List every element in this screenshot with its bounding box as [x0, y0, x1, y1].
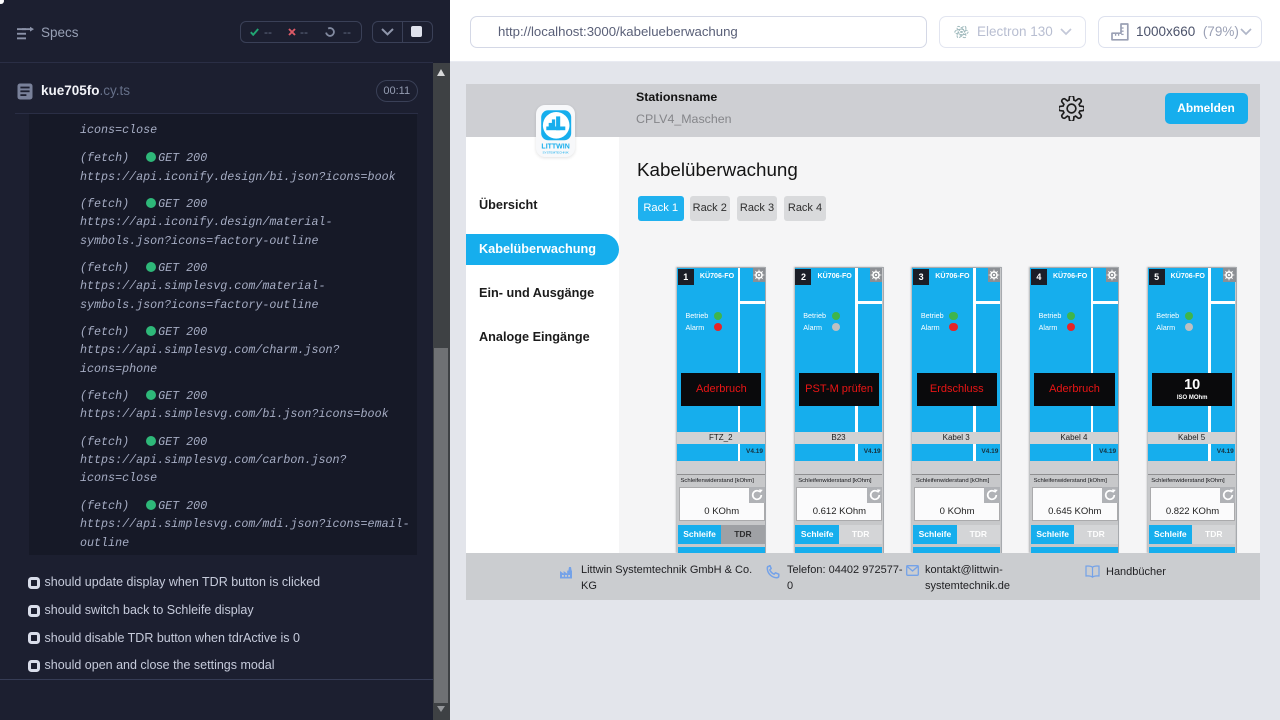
- svg-text:SYSTEMTECHNIK: SYSTEMTECHNIK: [542, 150, 569, 154]
